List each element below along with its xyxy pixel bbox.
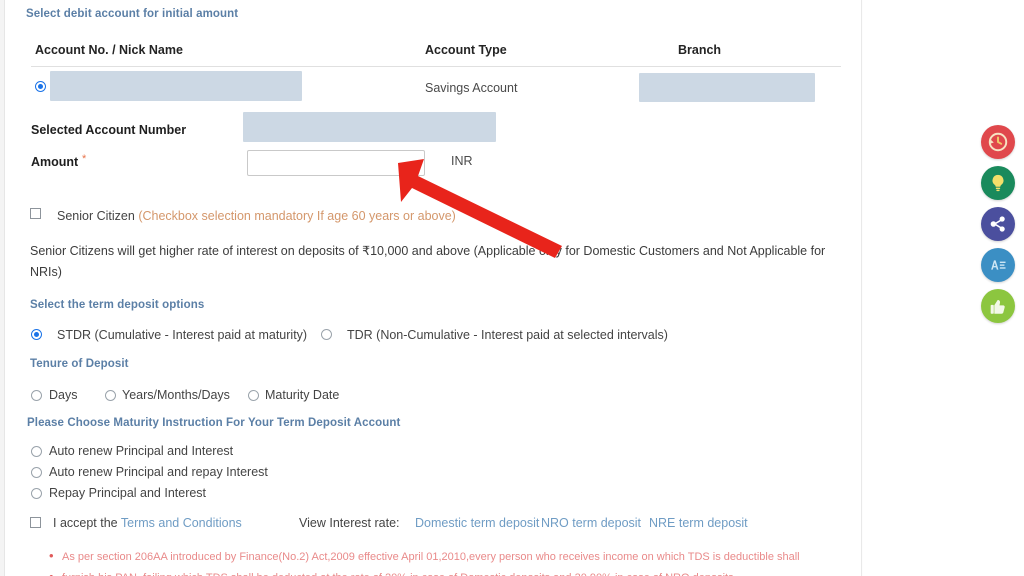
accept-terms-row: I accept the Terms and Conditions	[53, 516, 242, 530]
text-post-icon-button[interactable]	[981, 248, 1015, 282]
senior-citizen-label: Senior Citizen	[57, 209, 135, 223]
nre-term-deposit-link[interactable]: NRE term deposit	[649, 516, 748, 530]
note-bullet-2: •	[49, 569, 54, 576]
text-post-icon	[991, 260, 1006, 270]
screenshot-root: Select debit account for initial amount …	[0, 0, 1024, 576]
share-icon-button[interactable]	[981, 207, 1015, 241]
view-interest-rate-label: View Interest rate:	[299, 516, 400, 530]
lightbulb-icon-button[interactable]	[981, 166, 1015, 200]
table-header-divider	[31, 66, 841, 67]
domestic-term-deposit-link[interactable]: Domestic term deposit	[415, 516, 539, 530]
selected-account-number-label: Selected Account Number	[31, 123, 187, 137]
term-deposit-options-heading: Select the term deposit options	[30, 299, 205, 311]
senior-citizen-checkbox[interactable]	[30, 208, 41, 219]
maturity-option-repay-both-radio[interactable]	[31, 488, 42, 499]
tenure-option-ymd-label: Years/Months/Days	[122, 388, 230, 402]
nro-term-deposit-link[interactable]: NRO term deposit	[541, 516, 641, 530]
maturity-instruction-heading: Please Choose Maturity Instruction For Y…	[27, 417, 401, 429]
account-type-value: Savings Account	[425, 81, 518, 95]
senior-citizen-note: (Checkbox selection mandatory If age 60 …	[138, 209, 456, 223]
column-header-branch: Branch	[678, 43, 722, 57]
account-no-redacted-value	[50, 71, 302, 101]
column-header-account-type: Account Type	[425, 43, 507, 57]
tenure-option-days-label: Days	[49, 388, 78, 402]
amount-input[interactable]	[247, 150, 425, 176]
maturity-option-auto-renew-both-radio[interactable]	[31, 446, 42, 457]
account-select-radio[interactable]	[35, 81, 46, 92]
amount-currency-label: INR	[451, 154, 473, 168]
amount-label: Amount	[31, 155, 79, 169]
term-option-stdr-label: STDR (Cumulative - Interest paid at matu…	[57, 328, 308, 342]
term-option-tdr-radio[interactable]	[321, 329, 332, 340]
history-icon-button[interactable]	[981, 125, 1015, 159]
tenure-heading: Tenure of Deposit	[30, 358, 129, 370]
maturity-option-repay-both-label: Repay Principal and Interest	[49, 486, 207, 500]
accept-terms-prefix: I accept the	[53, 516, 121, 530]
tenure-option-maturity-date-radio[interactable]	[248, 390, 259, 401]
terms-and-conditions-link[interactable]: Terms and Conditions	[121, 516, 242, 530]
senior-citizen-description: Senior Citizens will get higher rate of …	[30, 244, 826, 279]
amount-required-asterisk: *	[82, 153, 87, 165]
term-option-tdr-label: TDR (Non-Cumulative - Interest paid at s…	[347, 328, 668, 342]
senior-citizen-label-row: Senior Citizen (Checkbox selection manda…	[57, 209, 456, 223]
tenure-option-days-radio[interactable]	[31, 390, 42, 401]
note-bullet-1: •	[49, 548, 54, 563]
column-header-account-no: Account No. / Nick Name	[35, 43, 183, 57]
share-icon	[990, 216, 1005, 232]
maturity-option-auto-renew-repay-interest-label: Auto renew Principal and repay Interest	[49, 465, 268, 479]
tenure-option-ymd-radio[interactable]	[105, 390, 116, 401]
debit-account-heading: Select debit account for initial amount	[26, 8, 239, 20]
note-text-1: As per section 206AA introduced by Finan…	[62, 551, 800, 563]
lightbulb-icon	[992, 174, 1004, 192]
history-icon	[988, 132, 1008, 152]
branch-redacted-value	[639, 73, 815, 102]
thumbs-up-icon-button[interactable]	[981, 289, 1015, 323]
maturity-option-auto-renew-repay-interest-radio[interactable]	[31, 467, 42, 478]
term-option-stdr-radio[interactable]	[31, 329, 42, 340]
accept-terms-checkbox[interactable]	[30, 517, 41, 528]
term-deposit-form-card: Select debit account for initial amount …	[4, 0, 862, 576]
tenure-option-maturity-date-label: Maturity Date	[265, 388, 340, 402]
floating-social-rail	[981, 125, 1017, 330]
maturity-option-auto-renew-both-label: Auto renew Principal and Interest	[49, 444, 234, 458]
selected-account-number-redacted-value	[243, 112, 496, 142]
note-text-2: furnish his PAN, failing which TDS shall…	[62, 572, 737, 576]
thumbs-up-icon	[990, 300, 1005, 314]
